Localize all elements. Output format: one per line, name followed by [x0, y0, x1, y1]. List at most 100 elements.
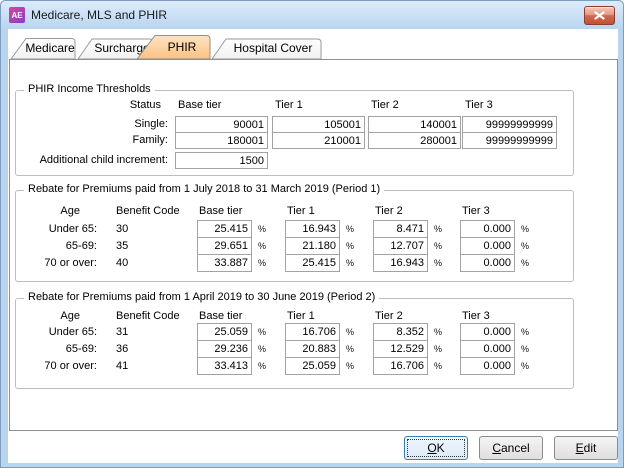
- p1-under65-tier2-field[interactable]: 8.471: [373, 220, 428, 238]
- phir-tab-page: PHIR Income Thresholds Status Base tier …: [9, 59, 618, 431]
- column-header-income-tier3: Tier 3: [465, 99, 493, 111]
- cancel-button-label: Cancel: [492, 441, 529, 455]
- tab-hospital-cover[interactable]: Hospital Cover: [212, 39, 321, 59]
- p1-70-or-over-tier3-field[interactable]: 0.000: [460, 254, 515, 272]
- p2-65-69-base-field[interactable]: 29.236: [197, 340, 252, 358]
- single-tier3-field[interactable]: 99999999999: [462, 116, 557, 133]
- p2-under65-label: Under 65:: [16, 323, 97, 341]
- p1-65-69-tier1-field[interactable]: 21.180: [285, 237, 340, 255]
- dialog-client-area: Medicare Surcharge Hospital Cover PHIR P…: [8, 29, 618, 463]
- p2-65-69-tier1-field[interactable]: 20.883: [285, 340, 340, 358]
- p1-65-69-benefit-code: 35: [116, 237, 128, 255]
- column-header-status: Status: [16, 99, 161, 111]
- period2-groupbox: Rebate for Premiums paid from 1 April 20…: [15, 298, 574, 389]
- p2-65-69-label: 65-69:: [16, 340, 97, 358]
- p1-65-69-base-field[interactable]: 29.651: [197, 237, 252, 255]
- percent-label: %: [346, 327, 354, 337]
- ok-button[interactable]: OK: [404, 436, 468, 460]
- cancel-button[interactable]: Cancel: [479, 436, 543, 460]
- p2-under65-base-field[interactable]: 25.059: [197, 323, 252, 341]
- family-tier2-field[interactable]: 280001: [368, 132, 461, 149]
- tab-strip: Medicare Surcharge Hospital Cover PHIR: [8, 29, 618, 60]
- p2-70-or-over-label: 70 or over:: [16, 357, 97, 375]
- family-base-tier-field[interactable]: 180001: [175, 132, 268, 149]
- p2-70-or-over-benefit-code: 41: [116, 357, 128, 375]
- p1-column-header-base-tier: Base tier: [199, 205, 242, 217]
- p2-70-or-over-tier2-field[interactable]: 16.706: [373, 357, 428, 375]
- p1-column-header-tier3: Tier 3: [462, 205, 490, 217]
- p1-70-or-over-tier1-field[interactable]: 25.415: [285, 254, 340, 272]
- p2-70-or-over-tier3-field[interactable]: 0.000: [460, 357, 515, 375]
- family-row-label: Family:: [16, 132, 168, 149]
- p1-under65-tier1-field[interactable]: 16.943: [285, 220, 340, 238]
- p2-under65-benefit-code: 31: [116, 323, 128, 341]
- p2-70-or-over-tier1-field[interactable]: 25.059: [285, 357, 340, 375]
- close-icon: [594, 11, 605, 20]
- percent-label: %: [258, 344, 266, 354]
- p1-70-or-over-tier2-field[interactable]: 16.943: [373, 254, 428, 272]
- p2-under65-tier2-field[interactable]: 8.352: [373, 323, 428, 341]
- tab-hospital-cover-label: Hospital Cover: [234, 41, 313, 55]
- percent-label: %: [521, 241, 529, 251]
- percent-label: %: [434, 258, 442, 268]
- additional-child-increment-label: Additional child increment:: [16, 152, 168, 169]
- family-tier3-field[interactable]: 99999999999: [462, 132, 557, 149]
- percent-label: %: [346, 344, 354, 354]
- p1-under65-tier3-field[interactable]: 0.000: [460, 220, 515, 238]
- period1-title: Rebate for Premiums paid from 1 July 201…: [24, 183, 384, 195]
- column-header-income-tier1: Tier 1: [275, 99, 303, 111]
- p1-65-69-tier3-field[interactable]: 0.000: [460, 237, 515, 255]
- percent-label: %: [434, 361, 442, 371]
- single-row-label: Single:: [16, 116, 168, 133]
- p1-under65-benefit-code: 30: [116, 220, 128, 238]
- titlebar[interactable]: AE Medicare, MLS and PHIR: [1, 1, 623, 29]
- tab-phir-label: PHIR: [168, 40, 197, 54]
- edit-button[interactable]: Edit: [554, 436, 618, 460]
- percent-label: %: [521, 258, 529, 268]
- percent-label: %: [434, 241, 442, 251]
- income-thresholds-title: PHIR Income Thresholds: [24, 83, 155, 95]
- period1-groupbox: Rebate for Premiums paid from 1 July 201…: [15, 190, 574, 282]
- additional-child-increment-field[interactable]: 1500: [175, 152, 268, 169]
- p2-column-header-tier2: Tier 2: [375, 310, 403, 322]
- p2-under65-tier1-field[interactable]: 16.706: [285, 323, 340, 341]
- p2-65-69-tier3-field[interactable]: 0.000: [460, 340, 515, 358]
- percent-label: %: [258, 258, 266, 268]
- column-header-income-base-tier: Base tier: [178, 99, 221, 111]
- percent-label: %: [258, 224, 266, 234]
- p1-65-69-label: 65-69:: [16, 237, 97, 255]
- tab-medicare-label: Medicare: [25, 41, 75, 55]
- p1-column-header-tier1: Tier 1: [287, 205, 315, 217]
- percent-label: %: [258, 241, 266, 251]
- percent-label: %: [434, 344, 442, 354]
- single-tier1-field[interactable]: 105001: [272, 116, 365, 133]
- family-tier1-field[interactable]: 210001: [272, 132, 365, 149]
- percent-label: %: [434, 224, 442, 234]
- percent-label: %: [346, 361, 354, 371]
- close-button[interactable]: [584, 6, 615, 25]
- single-base-tier-field[interactable]: 90001: [175, 116, 268, 133]
- ok-button-label: OK: [427, 441, 444, 455]
- percent-label: %: [346, 258, 354, 268]
- p2-65-69-benefit-code: 36: [116, 340, 128, 358]
- p2-column-header-tier3: Tier 3: [462, 310, 490, 322]
- percent-label: %: [258, 327, 266, 337]
- p1-70-or-over-base-field[interactable]: 33.887: [197, 254, 252, 272]
- edit-button-label: Edit: [576, 441, 597, 455]
- percent-label: %: [521, 224, 529, 234]
- income-thresholds-groupbox: PHIR Income Thresholds Status Base tier …: [15, 90, 574, 176]
- p1-under65-base-field[interactable]: 25.415: [197, 220, 252, 238]
- p2-under65-tier3-field[interactable]: 0.000: [460, 323, 515, 341]
- p2-70-or-over-base-field[interactable]: 33.413: [197, 357, 252, 375]
- tab-medicare[interactable]: Medicare: [11, 39, 75, 60]
- p2-65-69-tier2-field[interactable]: 12.529: [373, 340, 428, 358]
- p1-65-69-tier2-field[interactable]: 12.707: [373, 237, 428, 255]
- single-tier2-field[interactable]: 140001: [368, 116, 461, 133]
- p2-column-header-base-tier: Base tier: [199, 310, 242, 322]
- percent-label: %: [434, 327, 442, 337]
- p1-70-or-over-label: 70 or over:: [16, 254, 97, 272]
- percent-label: %: [521, 361, 529, 371]
- p1-column-header-benefit-code: Benefit Code: [116, 205, 180, 217]
- column-header-income-tier2: Tier 2: [371, 99, 399, 111]
- medicare-mls-phir-dialog: AE Medicare, MLS and PHIR Medica: [0, 0, 624, 468]
